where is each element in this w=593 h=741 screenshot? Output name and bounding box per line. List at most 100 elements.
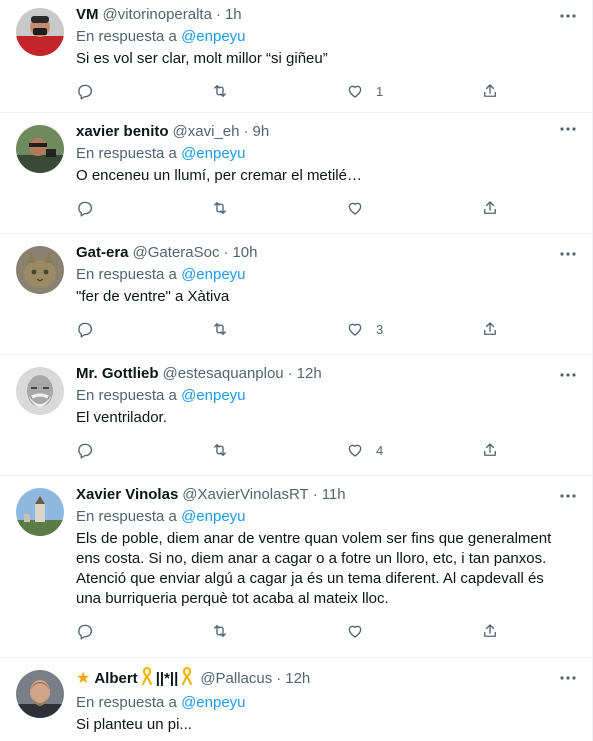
reply-prefix: En respuesta a [76,508,177,525]
user-handle[interactable]: @Pallacus [200,669,272,689]
reply-tweet[interactable]: Mr. Gottlieb @estesaquanplou · 12h En re… [0,355,592,476]
tweet-text: Si planteu un pi... [76,716,192,733]
reply-prefix: En respuesta a [76,387,177,404]
reply-button[interactable] [76,82,211,100]
tweet-text: Els de poble, diem anar de ventre quan v… [76,530,552,607]
tweet-text: "fer de ventre" a Xàtiva [76,288,230,305]
reply-button[interactable] [76,622,211,640]
like-button[interactable]: 3 [346,320,481,338]
action-bar: 3 [76,319,576,339]
more-horizontal-icon [560,127,576,131]
reply-tweet[interactable]: xavier benito @xavi_eh · 9h En respuesta… [0,113,592,234]
timestamp[interactable]: 1h [225,5,242,25]
more-options-button[interactable] [558,6,578,26]
more-options-button[interactable] [558,244,578,264]
display-name[interactable]: Albert [94,669,137,689]
avatar[interactable] [16,125,64,173]
display-name[interactable]: VM [76,5,99,25]
more-options-button[interactable] [558,668,578,688]
reply-bubble-icon [78,84,93,100]
mention-link[interactable]: @enpeyu [181,387,245,404]
action-bar: 1 [76,81,576,101]
tweet-text: O enceneu un llumí, per cremar el metilé… [76,167,362,184]
timestamp[interactable]: 12h [297,364,322,384]
user-handle[interactable]: @vitorinoperalta [103,5,212,25]
user-handle[interactable]: @xavi_eh [173,122,240,142]
like-button[interactable] [346,199,481,217]
retweet-button[interactable] [211,199,346,217]
mention-link[interactable]: @enpeyu [181,694,245,711]
reply-tweet[interactable]: Gat-era @GateraSoc · 10h En respuesta a … [0,234,592,355]
avatar[interactable] [16,246,64,294]
share-upload-icon [484,201,496,214]
display-name[interactable]: Gat-era [76,243,129,263]
reply-tweet[interactable]: ★ Albert ||*|| @Pallacus · 12h En respue… [0,658,592,741]
retweet-icon [214,202,226,214]
reply-bubble-icon [78,201,93,217]
display-name[interactable]: Xavier Vinolas [76,485,178,505]
action-bar [76,198,576,218]
timestamp[interactable]: 10h [232,243,257,263]
reply-context: En respuesta a @enpeyu [76,386,576,406]
share-button[interactable] [481,320,499,338]
retweet-icon [214,323,226,335]
reply-tweet[interactable]: VM @vitorinoperalta · 1h En respuesta a … [0,0,592,113]
timestamp[interactable]: 11h [322,485,346,505]
timestamp[interactable]: 9h [252,122,269,142]
share-button[interactable] [481,441,499,459]
like-button[interactable] [346,622,481,640]
retweet-button[interactable] [211,320,346,338]
avatar[interactable] [16,8,64,56]
retweet-button[interactable] [211,441,346,459]
avatar[interactable] [16,488,64,536]
more-options-button[interactable] [558,119,578,139]
mention-link[interactable]: @enpeyu [181,508,245,525]
avatar[interactable] [16,367,64,415]
share-button[interactable] [481,622,499,640]
heart-icon [348,85,362,98]
action-bar: 4 [76,440,576,460]
avatar[interactable] [16,670,64,718]
more-options-button[interactable] [558,486,578,506]
display-name[interactable]: Mr. Gottlieb [76,364,159,384]
reply-bubble-icon [78,624,93,640]
mention-link[interactable]: @enpeyu [181,266,245,283]
yellow-ribbon-icon [141,666,153,691]
reply-context: En respuesta a @enpeyu [76,144,576,164]
like-count: 3 [376,321,384,337]
display-name[interactable]: xavier benito [76,122,169,142]
separator-dot: · [223,244,229,261]
more-options-button[interactable] [558,365,578,385]
mention-link[interactable]: @enpeyu [181,28,245,45]
separator-dot: · [276,670,282,687]
retweet-button[interactable] [211,82,346,100]
user-handle[interactable]: @GateraSoc [133,243,220,263]
display-name-suffix: ||*|| [155,670,179,687]
user-handle[interactable]: @estesaquanplou [163,364,284,384]
retweet-icon [214,444,226,456]
retweet-button[interactable] [211,622,346,640]
like-button[interactable]: 4 [346,441,481,459]
timestamp[interactable]: 12h [285,669,310,689]
reply-prefix: En respuesta a [76,145,177,162]
mention-link[interactable]: @enpeyu [181,145,245,162]
reply-button[interactable] [76,199,211,217]
reply-context: En respuesta a @enpeyu [76,265,576,285]
share-button[interactable] [481,82,499,100]
share-upload-icon [484,84,496,97]
share-button[interactable] [481,199,499,217]
retweet-icon [214,625,226,637]
tweet-text: El ventrilador. [76,409,167,426]
separator-dot: · [287,365,293,382]
share-upload-icon [484,624,496,637]
reply-button[interactable] [76,441,211,459]
reply-button[interactable] [76,320,211,338]
like-count: 1 [376,83,384,99]
reply-tweet[interactable]: Xavier Vinolas @XavierVinolasRT · 11h En… [0,476,592,658]
like-button[interactable]: 1 [346,82,481,100]
user-handle[interactable]: @XavierVinolasRT [182,485,308,505]
reply-prefix: En respuesta a [76,266,177,283]
retweet-icon [214,85,226,97]
yellow-ribbon-icon [181,666,193,691]
heart-icon [348,444,362,457]
